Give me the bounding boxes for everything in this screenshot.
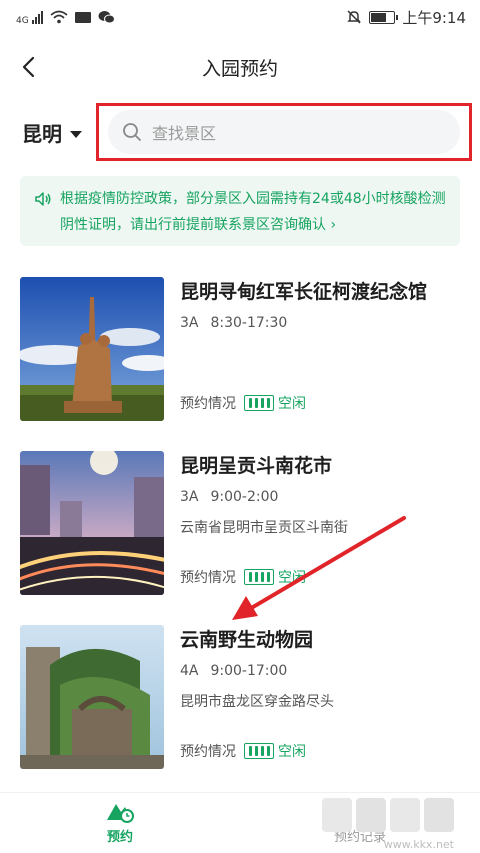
city-label: 昆明: [22, 122, 62, 146]
attraction-card[interactable]: 云南野生动物园 4A 9:00-17:00 昆明市盘龙区穿金路尽头 预约情况 空…: [20, 625, 464, 769]
tab-label: 预约: [106, 830, 133, 845]
reservation-status: 预约情况 空闲: [180, 741, 306, 761]
availability-badge: 空闲: [244, 567, 306, 587]
caret-down-icon: [70, 130, 82, 138]
search-input[interactable]: 查找景区: [108, 110, 460, 154]
attraction-level: 4A: [180, 663, 199, 679]
attraction-photo-flower-market: [20, 451, 164, 595]
status-icons-left: 4G: [16, 9, 115, 26]
tab-label: 预约记录: [333, 830, 386, 845]
page-title: 入园预约: [201, 57, 278, 80]
battery-icon: [369, 10, 399, 24]
attraction-name: 昆明寻甸红军长征柯渡纪念馆: [180, 281, 428, 303]
attraction-hours: 9:00-17:00: [210, 663, 288, 679]
status-icons-right: 上午9:14: [346, 7, 466, 28]
attraction-meta: 3A 9:00-2:00: [180, 489, 278, 505]
search-row: 昆明 查找景区: [0, 102, 480, 162]
availability-badge: 空闲: [244, 741, 306, 761]
attraction-meta: 4A 9:00-17:00: [180, 663, 287, 679]
status-label: 预约情况: [180, 570, 236, 586]
availability-text: 空闲: [278, 396, 306, 412]
crowd-level-icon: [244, 395, 274, 411]
search-placeholder: 查找景区: [152, 124, 217, 143]
network-type: 4G: [16, 15, 29, 26]
back-icon[interactable]: [16, 53, 44, 81]
tab-reserve[interactable]: 预约: [0, 793, 240, 853]
status-bar: 4G 上午9:14: [0, 0, 480, 34]
clock: 上午9:14: [402, 8, 466, 27]
attraction-name: 云南野生动物园: [180, 629, 314, 651]
nav-bar: 入园预约: [0, 44, 480, 90]
status-label: 预约情况: [180, 744, 236, 760]
attraction-hours: 8:30-17:30: [210, 315, 288, 331]
watermark-text: www.kkx.net: [383, 838, 454, 851]
attraction-address: 昆明市盘龙区穿金路尽头: [180, 694, 334, 710]
attraction-hours: 9:00-2:00: [210, 489, 279, 505]
mail-icon: [74, 11, 91, 23]
attraction-name: 昆明呈贡斗南花市: [180, 455, 333, 477]
reservation-status: 预约情况 空闲: [180, 567, 306, 587]
attraction-card[interactable]: 昆明呈贡斗南花市 3A 9:00-2:00 云南省昆明市呈贡区斗南街 预约情况 …: [20, 451, 464, 595]
mountain-clock-icon: [107, 804, 134, 823]
availability-text: 空闲: [278, 570, 306, 586]
attraction-photo-zoo: [20, 625, 164, 769]
crowd-level-icon: [244, 743, 274, 759]
signal-icon: [31, 10, 43, 24]
reservation-status: 预约情况 空闲: [180, 393, 306, 413]
attraction-meta: 3A 8:30-17:30: [180, 315, 287, 331]
notice-text: 根据疫情防控政策，部分景区入园需持有24或48小时核酸检测阴性证明，请出行前提前…: [60, 191, 446, 233]
mute-bell-icon: [347, 10, 362, 24]
wifi-icon: [50, 10, 68, 24]
attraction-photo-monument: [20, 277, 164, 421]
attraction-level: 3A: [180, 489, 199, 505]
crowd-level-icon: [244, 569, 274, 585]
attraction-level: 3A: [180, 315, 199, 331]
attraction-address: 云南省昆明市呈贡区斗南街: [180, 520, 348, 536]
speaker-icon: [35, 192, 51, 206]
availability-badge: 空闲: [244, 393, 306, 413]
status-label: 预约情况: [180, 396, 236, 412]
city-selector[interactable]: 昆明: [22, 118, 82, 147]
wechat-icon: [98, 11, 115, 24]
attraction-card[interactable]: 昆明寻甸红军长征柯渡纪念馆 3A 8:30-17:30 预约情况 空闲: [20, 277, 464, 421]
search-icon: [123, 123, 141, 141]
notice-banner[interactable]: 根据疫情防控政策，部分景区入园需持有24或48小时核酸检测阴性证明，请出行前提前…: [20, 176, 460, 246]
availability-text: 空闲: [278, 744, 306, 760]
